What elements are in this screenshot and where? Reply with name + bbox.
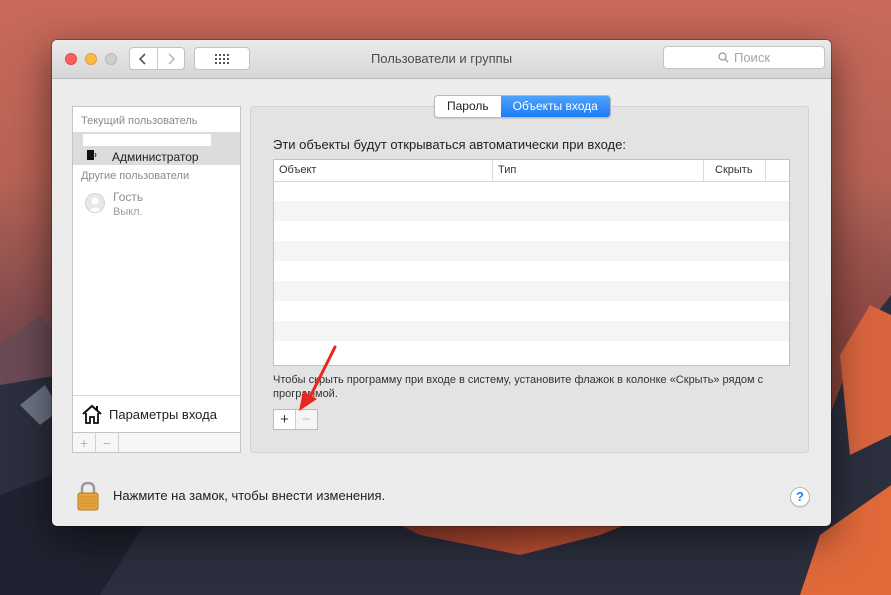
tab-login-items[interactable]: Объекты входа [500,96,610,117]
login-options-item[interactable]: Параметры входа [73,395,240,432]
table-header: Объект Тип Скрыть [274,160,789,182]
person-icon [88,197,102,212]
table-row [274,301,789,321]
search-field[interactable]: Поиск [663,46,825,69]
table-row [274,221,789,241]
search-placeholder: Поиск [733,50,771,65]
add-login-item-button[interactable]: + [274,410,295,429]
table-row [274,261,789,281]
help-button[interactable]: ? [790,487,810,507]
user-avatar [87,150,97,160]
column-header-item[interactable]: Объект [274,160,492,181]
tab-password[interactable]: Пароль [435,96,501,117]
guest-status: Выкл. [113,206,143,218]
other-users-heading: Другие пользователи [81,170,190,182]
house-icon [82,404,102,424]
hide-hint-text: Чтобы скрыть программу при входе в систе… [273,374,764,400]
current-user-heading: Текущий пользователь [81,115,198,127]
login-options-label: Параметры входа [109,407,217,422]
table-row [274,241,789,261]
guest-avatar[interactable] [85,193,105,213]
add-user-button[interactable]: + [73,433,96,452]
search-icon [718,52,729,63]
users-list: Текущий пользователь Администратор Други… [72,106,241,433]
guest-name[interactable]: Гость [113,190,143,204]
sidebar-item-current-user[interactable]: Администратор [73,132,240,165]
column-header-hide[interactable]: Скрыть [703,160,765,181]
titlebar: Пользователи и группы Поиск [52,40,831,79]
lock-icon[interactable] [77,481,99,511]
table-row [274,201,789,221]
login-items-table[interactable]: Объект Тип Скрыть [273,159,790,366]
users-groups-window: Пользователи и группы Поиск Текущий поль… [52,40,831,526]
remove-user-button[interactable]: − [96,433,119,452]
table-row [274,181,789,201]
user-role: Администратор [112,150,199,164]
table-row [274,281,789,301]
column-header-kind[interactable]: Тип [492,160,703,181]
table-rows [274,181,789,365]
table-row [274,321,789,341]
tab-bar: Пароль Объекты входа [434,95,611,118]
user-name-redacted [83,134,211,146]
annotation-arrow-icon [299,345,337,411]
login-items-description: Эти объекты будут открываться автоматиче… [273,137,626,152]
table-row [274,341,789,361]
users-add-remove: + − [72,433,241,453]
column-header-spacer [765,160,789,181]
lock-message: Нажмите на замок, чтобы внести изменения… [113,488,386,503]
